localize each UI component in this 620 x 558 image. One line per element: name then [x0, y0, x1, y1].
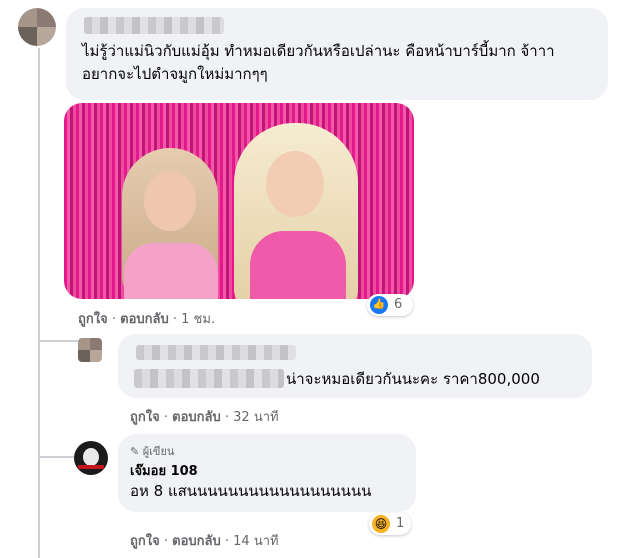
comment-image[interactable] — [64, 103, 414, 299]
comment-bubble: ไม่รู้ว่าแม่นิวกับแม่อุ้ม ทำหมอเดียวกันห… — [66, 8, 608, 100]
haha-icon: 😆 — [372, 515, 390, 533]
separator: · — [172, 312, 178, 327]
like-action[interactable]: ถูกใจ — [78, 312, 108, 327]
reaction-count: 1 — [396, 516, 405, 531]
comment-bubble: ✎ ผู้เขียน เจ๊มอย 108 อห 8 แสนนนนนนนนนนน… — [118, 434, 416, 512]
separator: · — [224, 534, 230, 549]
comment-actions: ถูกใจ · ตอบกลับ · 32 นาที — [130, 406, 279, 427]
reply-action[interactable]: ตอบกลับ — [120, 312, 169, 327]
reply-action[interactable]: ตอบกลับ — [172, 410, 221, 425]
comment-bubble: น่าจะหมอเดียวกันนะคะ ราคา800,000 — [118, 334, 592, 398]
like-action[interactable]: ถูกใจ — [130, 410, 160, 425]
like-icon: 👍 — [370, 296, 388, 314]
comment-actions: ถูกใจ · ตอบกลับ · 1 ชม. — [78, 308, 215, 329]
thread-branch-1 — [38, 340, 78, 342]
avatar-face-icon — [83, 448, 99, 466]
thread-line — [38, 48, 40, 558]
image-figure-left — [110, 143, 228, 299]
author-name[interactable]: เจ๊มอย 108 — [130, 460, 198, 481]
mentioned-name-blurred[interactable] — [134, 369, 284, 388]
comment-time[interactable]: 14 นาที — [233, 534, 278, 549]
comment-time[interactable]: 32 นาที — [233, 410, 278, 425]
comment-text: ไม่รู้ว่าแม่นิวกับแม่อุ้ม ทำหมอเดียวกันห… — [82, 42, 555, 83]
image-figure-right — [220, 123, 370, 299]
reaction-summary[interactable]: 👍 6 — [367, 294, 413, 316]
thread-branch-2 — [38, 456, 78, 458]
author-name-blurred[interactable] — [84, 17, 224, 34]
separator: · — [111, 312, 116, 327]
author-badge: ✎ ผู้เขียน — [130, 445, 175, 458]
separator: · — [163, 534, 168, 549]
separator: · — [224, 410, 230, 425]
comment-text: อห 8 แสนนนนนนนนนนนนนนนนนน — [130, 482, 372, 500]
avatar[interactable] — [18, 8, 56, 46]
separator: · — [163, 410, 168, 425]
comment-text: น่าจะหมอเดียวกันนะคะ ราคา800,000 — [286, 370, 540, 388]
like-action[interactable]: ถูกใจ — [130, 534, 160, 549]
reply-action[interactable]: ตอบกลับ — [172, 534, 221, 549]
reaction-summary[interactable]: 😆 1 — [369, 513, 411, 535]
avatar[interactable] — [74, 441, 108, 475]
author-name-blurred[interactable] — [136, 345, 296, 360]
reaction-count: 6 — [394, 297, 403, 312]
comment-time[interactable]: 1 ชม. — [181, 312, 215, 327]
pencil-icon: ✎ — [130, 445, 140, 458]
comment-actions: ถูกใจ · ตอบกลับ · 14 นาที — [130, 530, 279, 551]
avatar[interactable] — [78, 338, 102, 362]
